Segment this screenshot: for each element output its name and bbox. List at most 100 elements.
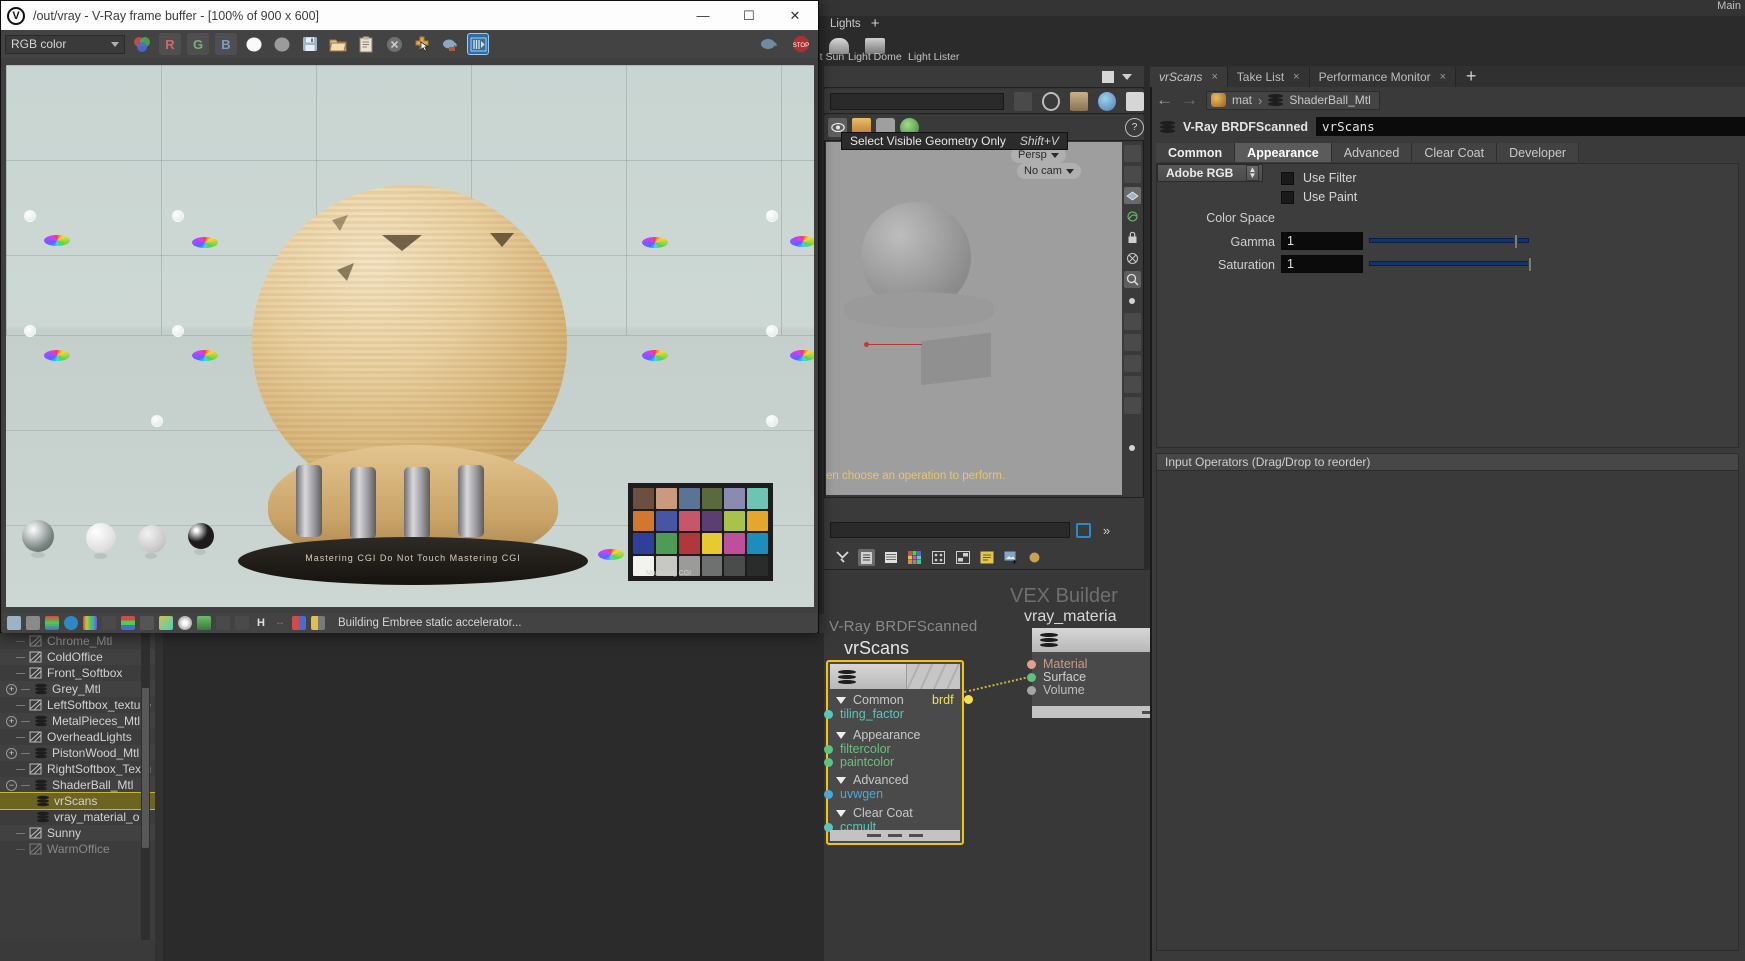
saturation-input[interactable]: 1 <box>1281 255 1363 273</box>
viewport-3d-render[interactable]: Persp No cam <box>826 142 1126 495</box>
desktop-tab-add-button[interactable]: + <box>871 16 880 31</box>
gamma-input[interactable]: 1 <box>1281 232 1363 250</box>
h-letter-icon[interactable]: H <box>254 616 268 630</box>
vray-frame-buffer-window[interactable]: V /out/vray - V-Ray frame buffer - [100%… <box>0 0 819 633</box>
add-image-icon[interactable] <box>1002 549 1019 566</box>
close-icon[interactable]: × <box>1293 71 1299 83</box>
port-dot[interactable] <box>1027 685 1036 695</box>
snapping-icon[interactable] <box>1101 118 1120 137</box>
camera-icon[interactable] <box>1014 91 1033 111</box>
forward-arrow-icon[interactable]: → <box>1181 90 1198 110</box>
port-dot[interactable] <box>824 789 833 799</box>
port-dot[interactable] <box>824 709 833 719</box>
red-channel-button[interactable]: R <box>159 33 181 55</box>
layout-nodes-icon[interactable] <box>954 549 971 566</box>
viewport-misc-icon[interactable] <box>1124 439 1141 456</box>
alpha-white-icon[interactable] <box>243 33 265 55</box>
list-lines-icon[interactable] <box>882 549 899 566</box>
tools-wrench-icon[interactable] <box>834 549 851 566</box>
desktop-tab-lights[interactable]: Lights <box>826 17 865 31</box>
node-shape-icon[interactable] <box>930 549 947 566</box>
pan-move-icon[interactable] <box>411 33 433 55</box>
save-icon[interactable] <box>299 33 321 55</box>
vrscans-node[interactable]: Common brdf tiling_factor Appearance fil… <box>824 660 973 845</box>
node-port-uvwgen[interactable]: uvwgen <box>824 787 883 801</box>
material-port-material[interactable]: Material <box>1027 657 1087 671</box>
vfb-render-image[interactable]: Mastering CGI Do Not Touch Mastering CGI… <box>6 65 814 607</box>
tree-item-warmoffice[interactable]: WarmOffice <box>0 841 155 857</box>
slider-knob[interactable] <box>1528 257 1532 272</box>
viewport-shading-icon[interactable] <box>1123 187 1141 204</box>
node-name-input[interactable]: vrScans <box>1316 117 1745 136</box>
color-space-dropdown[interactable]: Adobe RGB ▲ ▼ <box>1157 164 1263 182</box>
parameter-list-icon[interactable] <box>858 549 875 566</box>
node-port-filtercolor[interactable]: filtercolor <box>824 742 891 756</box>
tab-performance-monitor[interactable]: Performance Monitor × <box>1309 67 1457 87</box>
viewport-no-display-icon[interactable] <box>1124 250 1141 267</box>
clipboard-icon[interactable] <box>355 33 377 55</box>
tree-item-leftsoftbox-texture[interactable]: LeftSoftbox_texture <box>0 697 155 713</box>
viewport-ortho-icon[interactable] <box>1123 313 1141 330</box>
bars-icon[interactable] <box>292 616 306 630</box>
param-tab-advanced[interactable]: Advanced <box>1331 143 1413 162</box>
viewport-render-region-icon[interactable] <box>1123 397 1141 414</box>
material-network-tree[interactable]: Chrome_Mtl ColdOffice Front_Softbox + Gr… <box>0 633 155 961</box>
color-picker-icon[interactable] <box>1076 522 1091 538</box>
clear-icon[interactable] <box>383 33 405 55</box>
minimize-button[interactable]: — <box>680 1 726 30</box>
viewport-measure-icon[interactable] <box>1123 334 1141 351</box>
breadcrumb-path[interactable]: mat › ShaderBall_Mtl <box>1206 90 1380 110</box>
viewport-grid-icon[interactable] <box>1123 166 1141 183</box>
vector-icon[interactable] <box>216 616 230 630</box>
node-header[interactable] <box>830 664 960 689</box>
color-wheel-icon[interactable] <box>178 616 192 630</box>
close-button[interactable]: ✕ <box>772 1 818 30</box>
material-node-footer[interactable] <box>1032 706 1162 718</box>
node-flag-bar[interactable] <box>909 834 923 837</box>
channel-select-dropdown[interactable]: RGB color <box>5 34 125 54</box>
back-arrow-icon[interactable]: ← <box>1156 90 1173 110</box>
scrollbar-thumb[interactable] <box>142 688 149 848</box>
viewport-options-icon[interactable] <box>1123 145 1141 162</box>
render-icon[interactable] <box>758 33 780 55</box>
tree-item-rightsoftbox-texture[interactable]: RightSoftbox_Textu <box>0 761 155 777</box>
numeric-icon[interactable] <box>235 616 249 630</box>
light-sphere-icon[interactable] <box>1098 91 1117 111</box>
hsl-icon[interactable] <box>102 616 116 630</box>
expand-plus-icon[interactable]: + <box>6 683 17 695</box>
param-tab-clear-coat[interactable]: Clear Coat <box>1412 143 1498 162</box>
histogram-icon[interactable] <box>140 616 154 630</box>
param-tab-common[interactable]: Common <box>1156 143 1236 162</box>
panel-divider[interactable] <box>155 633 163 961</box>
tab-take-list[interactable]: Take List × <box>1227 67 1310 87</box>
camera-select-pill[interactable]: No cam <box>1017 163 1081 179</box>
slider-knob[interactable] <box>1514 234 1518 249</box>
spinner-arrows-icon[interactable]: ▲ ▼ <box>1246 165 1259 181</box>
node-section-clear-coat[interactable]: Clear Coat <box>836 806 913 820</box>
saturation-slider[interactable] <box>1369 257 1532 272</box>
node-section-advanced[interactable]: Advanced <box>836 773 909 787</box>
vfb-titlebar[interactable]: V /out/vray - V-Ray frame buffer - [100%… <box>1 1 818 30</box>
lut-icon[interactable] <box>197 616 211 630</box>
use-paint-checkbox[interactable] <box>1281 190 1294 204</box>
gamma-slider[interactable] <box>1369 234 1529 249</box>
tree-item-vray-material-o[interactable]: vray_material_o <box>0 809 155 825</box>
tree-item-chrome-mtl[interactable]: Chrome_Mtl <box>0 633 155 649</box>
port-dot[interactable] <box>824 757 833 767</box>
add-tab-button[interactable]: + <box>1456 66 1486 87</box>
info-icon[interactable] <box>64 616 78 630</box>
expand-chevrons-icon[interactable]: » <box>1097 521 1116 540</box>
viewport-zoom-icon[interactable] <box>1123 271 1141 288</box>
tree-item-pistonwood-mtl[interactable]: + PistonWood_Mtl <box>0 745 155 761</box>
chevron-down-icon[interactable] <box>1122 74 1132 80</box>
viewport-material-icon[interactable] <box>1124 208 1141 225</box>
alpha-grey-icon[interactable] <box>271 33 293 55</box>
vray-material-node[interactable]: Material Surface Volume <box>1027 628 1162 718</box>
channels-icon[interactable] <box>121 616 135 630</box>
param-tab-appearance[interactable]: Appearance <box>1235 143 1332 162</box>
port-dot[interactable] <box>824 744 833 754</box>
green-channel-button[interactable]: G <box>187 33 209 55</box>
tree-item-overheadlights[interactable]: OverheadLights <box>0 729 155 745</box>
param-tab-developer[interactable]: Developer <box>1497 143 1580 162</box>
material-port-volume[interactable]: Volume <box>1027 683 1085 697</box>
